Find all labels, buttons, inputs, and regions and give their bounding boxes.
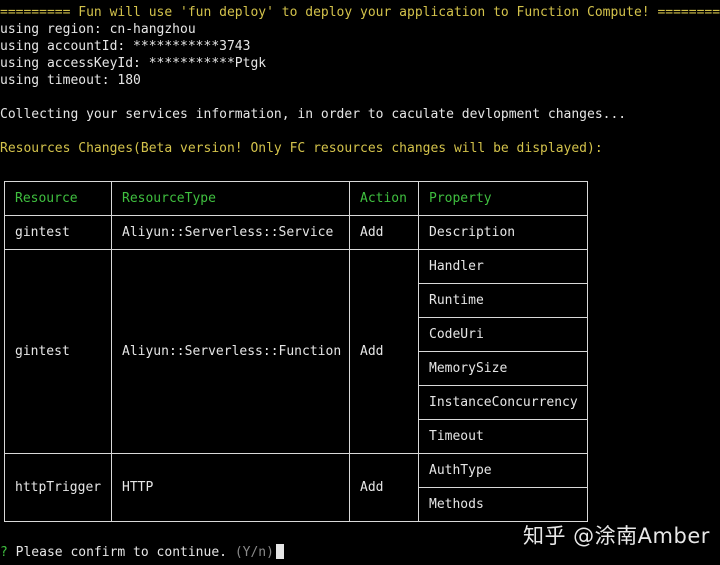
resource-changes-table: Resource ResourceType Action Property gi… <box>4 181 588 522</box>
cell-property: Description <box>418 215 588 250</box>
cell-action: Add <box>349 215 419 250</box>
header-property: Property <box>418 181 588 216</box>
prompt-question: Please confirm to continue. <box>15 545 227 560</box>
cell-property: Timeout <box>418 419 588 454</box>
table-row: gintest Aliyun::Serverless::Function Add… <box>4 249 588 454</box>
config-accesskey-line: using accessKeyId: ***********Ptgk <box>0 56 267 71</box>
resource-changes-line: Resources Changes(Beta version! Only FC … <box>0 141 603 156</box>
deploy-header-line: ========= Fun will use 'fun deploy' to d… <box>0 5 720 20</box>
cell-property: AuthType <box>418 453 588 488</box>
cell-resource: gintest <box>4 249 112 454</box>
cell-property: InstanceConcurrency <box>418 385 588 420</box>
cell-property: CodeUri <box>418 317 588 352</box>
header-resource: Resource <box>4 181 112 216</box>
terminal-cursor[interactable] <box>275 544 284 559</box>
cell-property: Handler <box>418 249 588 284</box>
config-region-line: using region: cn-hangzhou <box>0 22 196 37</box>
cell-resource-type: Aliyun::Serverless::Function <box>111 249 350 454</box>
prompt-question-mark: ? <box>0 545 8 560</box>
cell-resource: httpTrigger <box>4 453 112 522</box>
table-header-row: Resource ResourceType Action Property <box>4 181 588 216</box>
table-row: gintest Aliyun::Serverless::Service Add … <box>4 215 588 250</box>
header-resource-type: ResourceType <box>111 181 350 216</box>
config-timeout-line: using timeout: 180 <box>0 73 141 88</box>
header-action: Action <box>349 181 419 216</box>
cell-resource-type: Aliyun::Serverless::Service <box>111 215 350 250</box>
config-account-line: using accountId: ***********3743 <box>0 39 251 54</box>
table-row: httpTrigger HTTP Add AuthType <box>4 453 588 522</box>
cell-property: Runtime <box>418 283 588 318</box>
prompt-hint: (Y/n) <box>234 545 274 560</box>
cell-resource-type: HTTP <box>111 453 350 522</box>
zhihu-watermark: 知乎 @涂南Amber <box>523 524 710 548</box>
cell-resource: gintest <box>4 215 112 250</box>
confirm-prompt[interactable]: ? Please confirm to continue. (Y/n) <box>0 544 284 561</box>
cell-property: Methods <box>418 487 588 522</box>
collecting-line: Collecting your services information, in… <box>0 107 627 122</box>
cell-action: Add <box>349 249 419 454</box>
cell-property: MemorySize <box>418 351 588 386</box>
cell-action: Add <box>349 453 419 522</box>
